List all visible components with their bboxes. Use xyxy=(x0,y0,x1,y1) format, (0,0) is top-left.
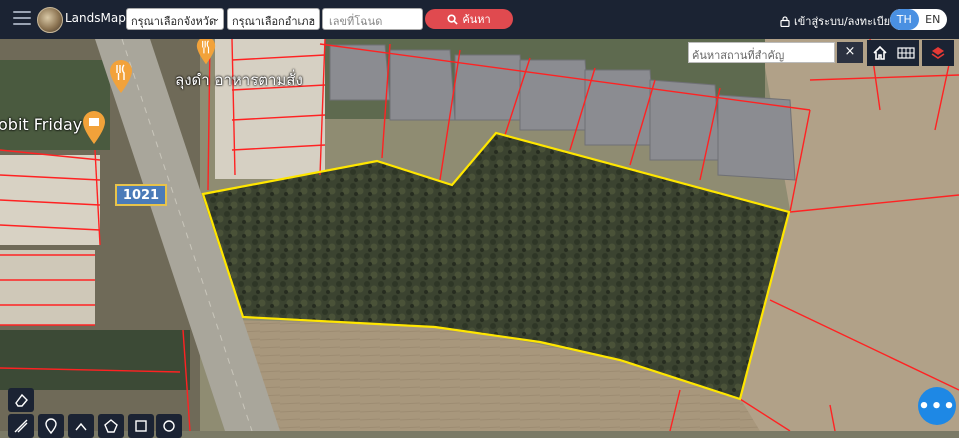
login-label: เข้าสู่ระบบ/ลงทะเบียน xyxy=(794,15,898,28)
rectangle-icon xyxy=(135,420,147,432)
restaurant-label: ลุงดำ อาหารตามสั่ง xyxy=(175,71,303,89)
store-marker-icon[interactable] xyxy=(81,109,107,145)
menu-icon[interactable] xyxy=(13,11,31,27)
district-select-value: กรุณาเลือกอำเภอ xyxy=(232,15,316,28)
deed-number-input[interactable]: เลขที่โฉนด xyxy=(322,8,423,30)
search-button-label: ค้นหา xyxy=(462,13,491,26)
road-number-badge: 1021 xyxy=(115,184,167,206)
ruler-icon xyxy=(14,419,28,433)
grid-icon xyxy=(897,47,915,59)
logo-icon[interactable] xyxy=(37,7,63,33)
rectangle-tool-button[interactable] xyxy=(128,414,154,438)
eraser-tool-button[interactable] xyxy=(8,388,34,412)
measure-tool-button[interactable] xyxy=(68,414,94,438)
restaurant-marker-icon[interactable] xyxy=(194,39,218,65)
home-icon xyxy=(873,45,887,60)
search-icon xyxy=(447,13,459,25)
login-link[interactable]: เข้าสู่ระบบ/ลงทะเบียน xyxy=(780,12,898,30)
circle-tool-button[interactable] xyxy=(156,414,182,438)
chevron-down-icon: ⌄ xyxy=(308,14,316,24)
district-select[interactable]: กรุณาเลือกอำเภอ ⌄ xyxy=(227,8,320,30)
search-button[interactable]: ค้นหา xyxy=(425,9,513,29)
more-options-button[interactable]: ••• xyxy=(918,387,956,425)
pin-tool-button[interactable] xyxy=(38,414,64,438)
language-toggle[interactable]: TH EN xyxy=(890,9,947,30)
lang-th-button[interactable]: TH xyxy=(890,9,919,30)
circle-icon xyxy=(163,420,175,432)
layers-button[interactable] xyxy=(922,40,954,66)
restaurant-marker-icon[interactable] xyxy=(108,58,134,94)
lang-en-button[interactable]: EN xyxy=(919,9,948,30)
layers-icon xyxy=(931,47,945,59)
measure-icon xyxy=(75,422,87,431)
ruler-tool-button[interactable] xyxy=(8,414,34,438)
eraser-icon xyxy=(15,393,28,407)
satellite-map[interactable]: ลุงดำ อาหารตามสั่ง obit Friday 1021 xyxy=(0,39,959,431)
polygon-icon xyxy=(104,419,118,433)
home-button[interactable] xyxy=(867,40,893,66)
lock-icon xyxy=(780,15,790,27)
place-search-input[interactable]: ค้นหาสถานที่สำคัญ xyxy=(688,42,835,63)
brand-name[interactable]: LandsMaps xyxy=(65,11,132,25)
clear-search-button[interactable]: × xyxy=(837,42,863,63)
chevron-down-icon: ⌄ xyxy=(212,14,220,24)
province-select-value: กรุณาเลือกจังหวัด xyxy=(131,15,217,28)
top-bar: LandsMaps กรุณาเลือกจังหวัด ⌄ กรุณาเลือก… xyxy=(0,0,959,39)
store-label: obit Friday xyxy=(0,115,83,134)
province-select[interactable]: กรุณาเลือกจังหวัด ⌄ xyxy=(126,8,224,30)
grid-button[interactable] xyxy=(893,40,919,66)
pin-icon xyxy=(45,418,57,434)
polygon-tool-button[interactable] xyxy=(98,414,124,438)
